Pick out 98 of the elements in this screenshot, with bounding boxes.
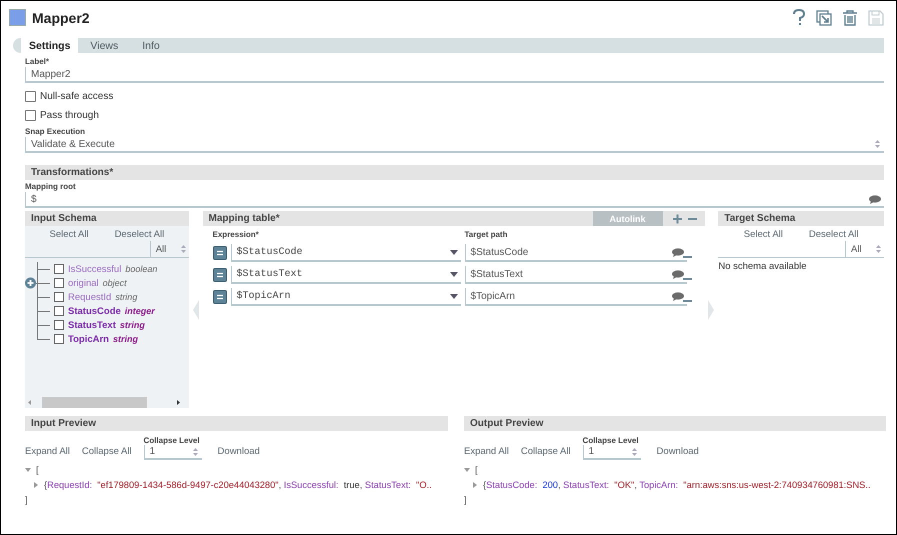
download-link[interactable]: Download xyxy=(218,446,260,457)
field-type: integer xyxy=(124,306,155,316)
panel-header: Input Preview xyxy=(25,416,448,431)
action-link[interactable]: Collapse All xyxy=(520,446,571,457)
comment-icon[interactable] xyxy=(672,270,684,278)
field-label: Expression* xyxy=(212,230,260,239)
target-field[interactable]: $TopicArn xyxy=(464,288,687,306)
checkbox[interactable] xyxy=(54,320,64,330)
panel-header: Target Schema xyxy=(718,211,884,226)
filter-select[interactable]: All xyxy=(846,241,884,257)
caret-icon[interactable] xyxy=(450,294,458,298)
export-icon[interactable] xyxy=(816,10,832,26)
field-name: StatusText xyxy=(68,320,116,330)
field-type: string xyxy=(120,320,145,330)
label-field[interactable]: Mapper2 xyxy=(25,67,884,83)
snap-icon xyxy=(9,9,26,26)
checkbox[interactable] xyxy=(54,264,64,274)
tree-connector-icon[interactable] xyxy=(25,276,50,290)
equals-icon xyxy=(216,272,223,278)
field-label: Label* xyxy=(25,57,50,66)
mapping-root-field[interactable]: $ xyxy=(25,192,884,208)
delete-icon[interactable] xyxy=(842,10,858,26)
spinner-icon[interactable] xyxy=(874,139,881,149)
section-header: Transformations* xyxy=(25,165,884,180)
action-link[interactable]: Expand All xyxy=(25,446,70,457)
field-type: object xyxy=(102,278,127,288)
action-link[interactable]: Expand All xyxy=(464,446,509,457)
field-type: string xyxy=(113,334,138,344)
checkbox[interactable] xyxy=(54,306,64,316)
field-name: original xyxy=(68,278,99,288)
comment-icon[interactable] xyxy=(869,194,881,204)
toggle-icon[interactable] xyxy=(472,482,478,488)
empty-message: No schema available xyxy=(718,260,808,272)
tab[interactable]: Settings xyxy=(21,38,78,53)
field-name: TopicArn xyxy=(68,334,109,344)
action-link[interactable]: Deselect All xyxy=(808,229,859,240)
tab[interactable]: Info xyxy=(130,38,172,53)
spinner-icon[interactable] xyxy=(192,446,199,456)
json-line: [ xyxy=(36,464,39,474)
json-line: ] xyxy=(25,494,28,504)
json-line: {StatusCode: 200, StatusText: "OK", TopicArn: "arn:aws:sns:us-west-2:740934760981:SNS.. xyxy=(483,480,871,490)
checkbox[interactable] xyxy=(54,292,64,302)
json-line: [ xyxy=(475,464,478,474)
spinner-icon[interactable] xyxy=(630,446,638,456)
action-link[interactable]: Deselect All xyxy=(114,229,164,240)
option-label: Pass through xyxy=(40,110,99,121)
field-name: IsSuccessful xyxy=(68,264,122,274)
caret-icon[interactable] xyxy=(450,272,458,276)
tab[interactable]: Views xyxy=(78,38,130,53)
help-icon[interactable] xyxy=(791,9,806,26)
panel-header: Output Preview xyxy=(464,416,886,431)
filter-select[interactable]: All xyxy=(150,241,189,257)
action-link[interactable]: Select All xyxy=(744,229,783,240)
panel-header: Input Schema xyxy=(25,211,189,226)
window-title: Mapper2 xyxy=(32,10,91,26)
spinner-icon[interactable] xyxy=(875,244,882,254)
target-field[interactable]: $StatusCode xyxy=(464,244,687,262)
field-label: Collapse Level xyxy=(144,436,201,445)
collapse-handle-icon[interactable] xyxy=(192,300,200,320)
download-link[interactable]: Download xyxy=(656,446,699,457)
field-name: StatusCode xyxy=(68,306,121,316)
field-label: Snap Execution xyxy=(25,127,86,136)
panel-title: Mapping table* xyxy=(208,213,281,224)
toggle-icon[interactable] xyxy=(464,466,470,472)
field-label: Collapse Level xyxy=(582,436,640,445)
action-link[interactable]: Select All xyxy=(49,229,89,240)
equals-button[interactable] xyxy=(212,246,227,260)
expression-field[interactable]: $StatusCode xyxy=(230,244,461,262)
action-link[interactable]: Collapse All xyxy=(82,446,132,457)
checkbox[interactable] xyxy=(25,110,36,121)
expression-field[interactable]: $TopicArn xyxy=(230,288,461,306)
number-field[interactable]: 1 xyxy=(582,445,641,460)
checkbox[interactable] xyxy=(54,334,64,344)
field-label: Target path xyxy=(464,230,508,239)
option-label: Null-safe access xyxy=(40,91,114,102)
expression-field[interactable]: $StatusText xyxy=(230,266,461,284)
comment-icon[interactable] xyxy=(672,248,684,256)
field-type: boolean xyxy=(125,264,158,274)
select-field[interactable]: Validate & Execute xyxy=(25,137,884,153)
checkbox[interactable] xyxy=(25,91,36,102)
target-field[interactable]: $StatusText xyxy=(464,266,687,284)
add-icon[interactable] xyxy=(672,214,682,224)
equals-button[interactable] xyxy=(212,290,227,304)
field-type: string xyxy=(115,292,138,302)
checkbox[interactable] xyxy=(54,278,64,288)
number-field[interactable]: 1 xyxy=(144,445,202,460)
caret-icon[interactable] xyxy=(450,250,458,254)
equals-icon xyxy=(216,294,223,300)
equals-button[interactable] xyxy=(212,268,227,282)
equals-icon xyxy=(216,250,223,256)
toggle-icon[interactable] xyxy=(33,482,39,488)
collapse-handle-icon[interactable] xyxy=(707,300,716,320)
comment-icon[interactable] xyxy=(672,292,684,300)
json-line: {RequestId: "ef179809-1434-586d-9497-c20e44043280", IsSuccessful: true, StatusText: "O.. xyxy=(44,480,432,490)
toggle-icon[interactable] xyxy=(25,466,31,472)
field-label: Mapping root xyxy=(25,182,77,191)
json-line: ] xyxy=(464,494,467,504)
field-name: RequestId xyxy=(68,292,112,302)
